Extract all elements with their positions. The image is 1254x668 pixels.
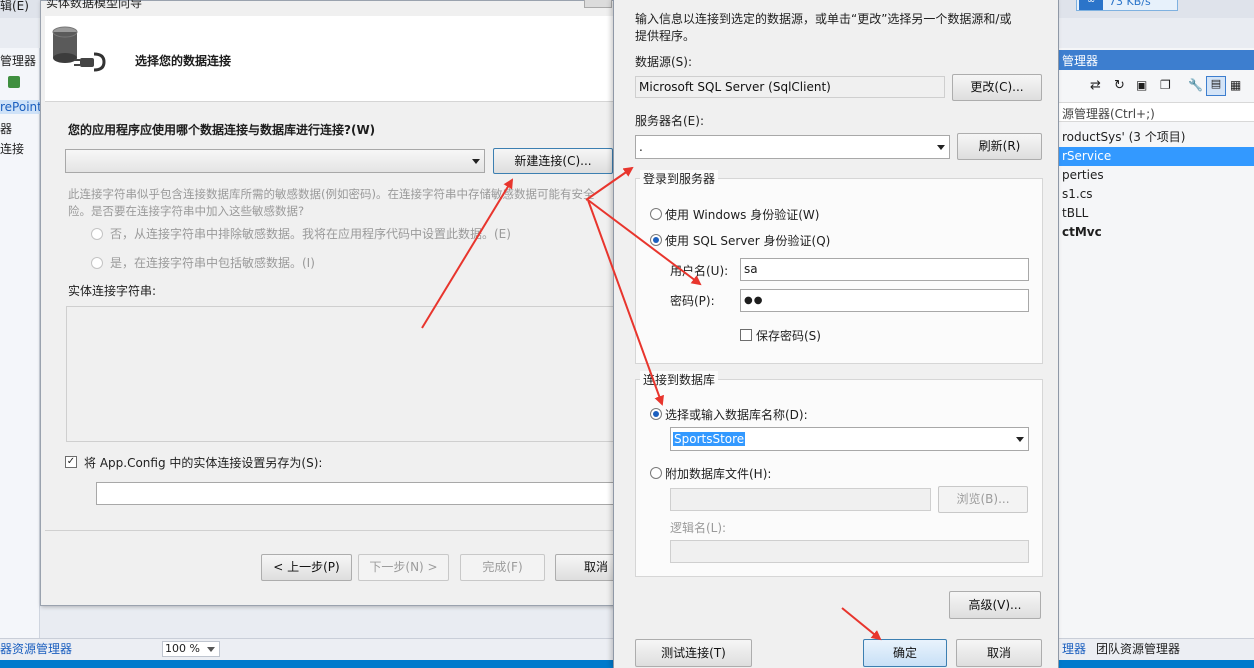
annotation-arrows [421,166,882,641]
arrow-to-database [587,199,664,406]
arrow-to-username [587,199,702,286]
arrow-to-server [585,166,634,201]
arrow-to-ok [841,607,882,641]
arrow-to-new-connection [421,178,514,329]
